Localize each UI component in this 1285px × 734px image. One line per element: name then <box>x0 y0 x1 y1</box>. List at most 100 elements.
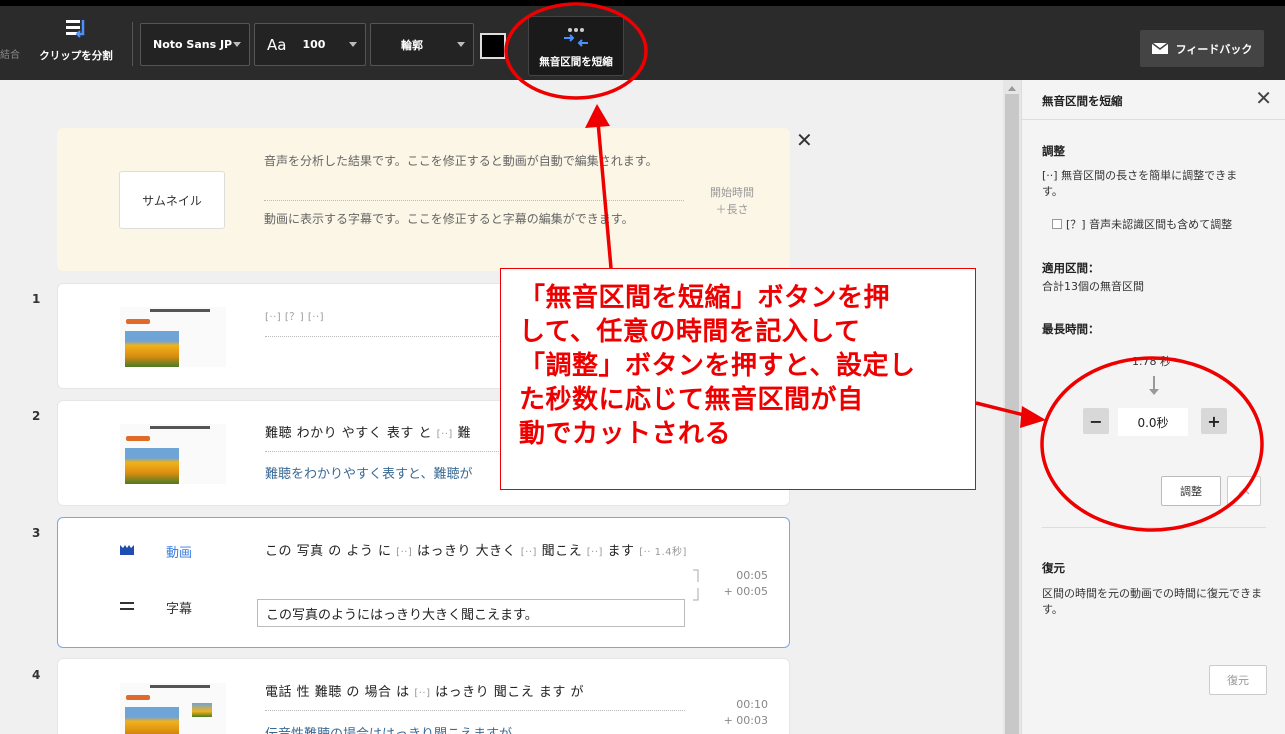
checkbox-label: [？] 音声未認識区間も含めて調整 <box>1066 218 1233 231</box>
shorten-silence-panel: 無音区間を短縮 ✕ 調整 [··] 無音区間の長さを簡単に調整できます。 [？]… <box>1021 80 1285 734</box>
speech-text[interactable]: 電話 性 難聴 の 場合 は [··] はっきり 聞こえ ます が <box>265 683 690 704</box>
speech-text[interactable]: この 写真 の よう に [··] はっきり 大きく [··] 聞こえ [··]… <box>265 542 690 563</box>
clip-time: 00:05 + 00:05 <box>708 568 768 600</box>
adjust-description: [··] 無音区間の長さを簡単に調整できます。 <box>1042 169 1238 198</box>
toolbar: 結合 クリップを分割 Noto Sans JP Aa 100 輪郭 無音区間を短… <box>0 0 1285 80</box>
panel-header: 無音区間を短縮 ✕ <box>1022 80 1285 120</box>
font-size-value: 100 <box>302 38 326 51</box>
font-size-select[interactable]: Aa 100 <box>254 23 366 66</box>
subtitle-text[interactable]: 伝音性難聴の場合ははっきり聞こえますが <box>265 723 512 734</box>
outline-select[interactable]: 輪郭 <box>370 23 474 66</box>
annotation-line: 動でカットされる <box>519 419 732 449</box>
envelope-icon <box>1151 43 1168 54</box>
font-select-value: Noto Sans JP <box>153 38 233 51</box>
divider <box>1042 527 1266 528</box>
chevron-down-icon <box>233 42 241 47</box>
clip-row-3[interactable]: 動画 字幕 この 写真 の よう に [··] はっきり 大きく [··] 聞こ… <box>57 517 790 648</box>
subtitle-description: 動画に表示する字幕です。ここを修正すると字幕の編集ができます。 <box>264 212 634 226</box>
max-time-heading: 最長時間： <box>1042 322 1100 336</box>
shorten-silence-label: 無音区間を短縮 <box>539 56 613 68</box>
close-icon[interactable]: ✕ <box>796 128 813 152</box>
checkbox[interactable] <box>1052 219 1062 229</box>
silence-token[interactable]: [··] <box>396 547 412 558</box>
silence-tokens[interactable]: [··] [？] [··] <box>265 312 324 323</box>
subtitle-text[interactable]: 難聴をわかりやすく表すと、難聴が <box>265 463 472 482</box>
clip-row-4[interactable]: 電話 性 難聴 の 場合 は [··] はっきり 聞こえ ます が 00:10 … <box>57 658 790 734</box>
annotation-line: して、任意の時間を記入して <box>519 317 861 347</box>
increment-button[interactable]: + <box>1201 408 1227 434</box>
video-icon <box>120 545 134 555</box>
include-unrecognized-checkbox[interactable]: [？] 音声未認識区間も含めて調整 <box>1052 216 1232 232</box>
font-size-icon: Aa <box>267 35 287 54</box>
speech-words: ます <box>607 544 635 559</box>
annotation-line: 「無音区間を短縮」ボタンを押 <box>519 283 891 313</box>
link-bracket-icon <box>693 569 699 601</box>
divider <box>264 200 684 201</box>
clip-thumbnail[interactable] <box>120 683 226 734</box>
scroll-up-icon[interactable] <box>1008 86 1016 91</box>
panel-title: 無音区間を短縮 <box>1042 94 1123 108</box>
restore-button[interactable]: 復元 <box>1209 665 1267 695</box>
divider <box>265 710 685 711</box>
range-value: 合計13個の無音区間 <box>1042 280 1144 293</box>
clip-thumbnail[interactable] <box>120 307 226 367</box>
silence-token[interactable]: [··] <box>521 547 537 558</box>
annotation-callout: 「無音区間を短縮」ボタンを押 して、任意の時間を記入して 「調整」ボタンを押すと… <box>500 268 976 490</box>
row-number: 3 <box>32 526 41 540</box>
duration: + 00:05 <box>723 585 768 598</box>
chevron-up-icon <box>1238 487 1250 495</box>
row-number: 2 <box>32 409 41 423</box>
duration: + 00:03 <box>723 714 768 727</box>
chevron-down-icon <box>457 42 465 47</box>
subtitle-label: 字幕 <box>166 602 193 617</box>
feedback-button[interactable]: フィードバック <box>1140 30 1264 67</box>
duration-input[interactable]: 0.0秒 <box>1118 408 1188 436</box>
subtitle-icon <box>120 602 134 610</box>
speech-words: 難 <box>457 426 471 441</box>
undo-adjust-button[interactable] <box>1227 476 1261 506</box>
toolbar-divider <box>132 22 133 66</box>
decrement-button[interactable]: − <box>1083 408 1109 434</box>
split-clip-icon <box>66 20 85 38</box>
speech-words: 聞こえ <box>541 544 583 559</box>
row-number: 1 <box>32 292 41 306</box>
subtitle-input[interactable] <box>257 599 685 627</box>
silence-token[interactable]: [··] <box>414 688 430 699</box>
adjust-button[interactable]: 調整 <box>1161 476 1221 506</box>
speech-words: はっきり 聞こえ ます が <box>435 685 585 700</box>
start-time: 00:10 <box>736 698 768 711</box>
start-time-label: 開始時間 <box>710 186 754 199</box>
silence-token[interactable]: [··] <box>587 547 603 558</box>
silence-token[interactable]: [·· 1.4秒] <box>639 547 687 558</box>
shorten-silence-icon <box>564 28 588 47</box>
range-heading: 適用区間： <box>1042 261 1100 275</box>
feedback-label: フィードバック <box>1175 42 1253 56</box>
time-legend: 開始時間 ＋長さ <box>697 184 767 218</box>
legend-card: サムネイル 音声を分析した結果です。ここを修正すると動画が自動で編集されます。 … <box>57 128 790 271</box>
row-number: 4 <box>32 668 41 682</box>
scrollbar-thumb[interactable] <box>1005 94 1019 734</box>
font-select[interactable]: Noto Sans JP <box>140 23 250 66</box>
speech-words: この 写真 の よう に <box>265 544 392 559</box>
outline-value: 輪郭 <box>401 38 423 52</box>
speech-words: はっきり 大きく <box>416 544 517 559</box>
clip-thumbnail[interactable] <box>120 424 226 484</box>
thumbnail-label: サムネイル <box>119 171 225 229</box>
duration-label: ＋長さ <box>715 203 749 216</box>
speech-description: 音声を分析した結果です。ここを修正すると動画が自動で編集されます。 <box>264 154 658 168</box>
chevron-down-icon <box>349 42 357 47</box>
split-clip-button[interactable]: クリップを分割 <box>34 18 118 70</box>
annotation-line: 「調整」ボタンを押すと、設定し <box>519 351 916 381</box>
silence-token[interactable]: [··] <box>437 429 453 440</box>
restore-description: 区間の時間を元の動画での時間に復元できます。 <box>1042 587 1262 616</box>
annotation-line: た秒数に応じて無音区間が自 <box>519 385 864 415</box>
arrow-head <box>1149 389 1159 395</box>
shorten-silence-button[interactable]: 無音区間を短縮 <box>528 16 624 76</box>
text-color-swatch[interactable] <box>480 33 506 59</box>
adjust-heading: 調整 <box>1042 144 1065 158</box>
merge-button-label[interactable]: 結合 <box>0 46 20 61</box>
scrollbar[interactable] <box>1003 80 1021 734</box>
split-clip-label: クリップを分割 <box>39 50 113 62</box>
close-icon[interactable]: ✕ <box>1255 86 1272 110</box>
speech-words: 電話 性 難聴 の 場合 は <box>265 685 410 700</box>
